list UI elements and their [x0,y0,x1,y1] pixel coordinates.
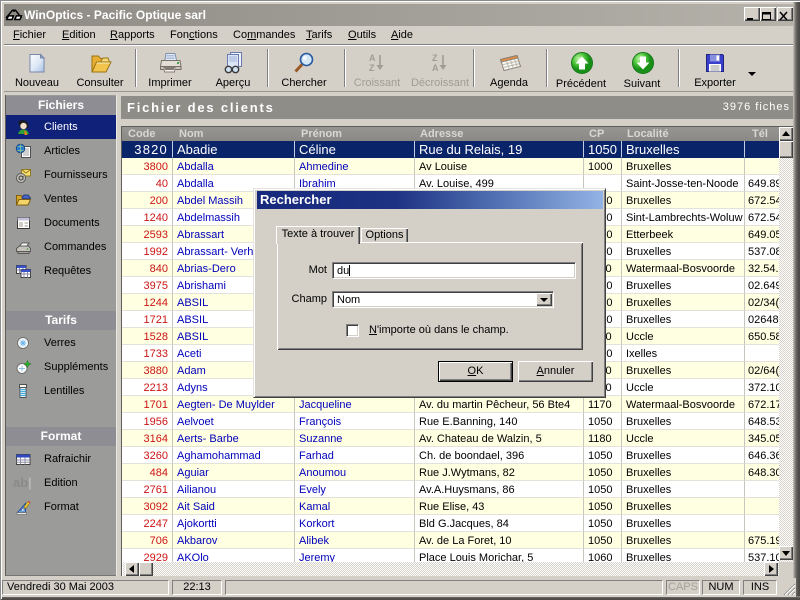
svg-text:Z: Z [432,53,438,63]
svg-text:A: A [432,63,439,73]
svg-text:Z: Z [369,63,375,73]
svg-text:A: A [369,53,376,63]
